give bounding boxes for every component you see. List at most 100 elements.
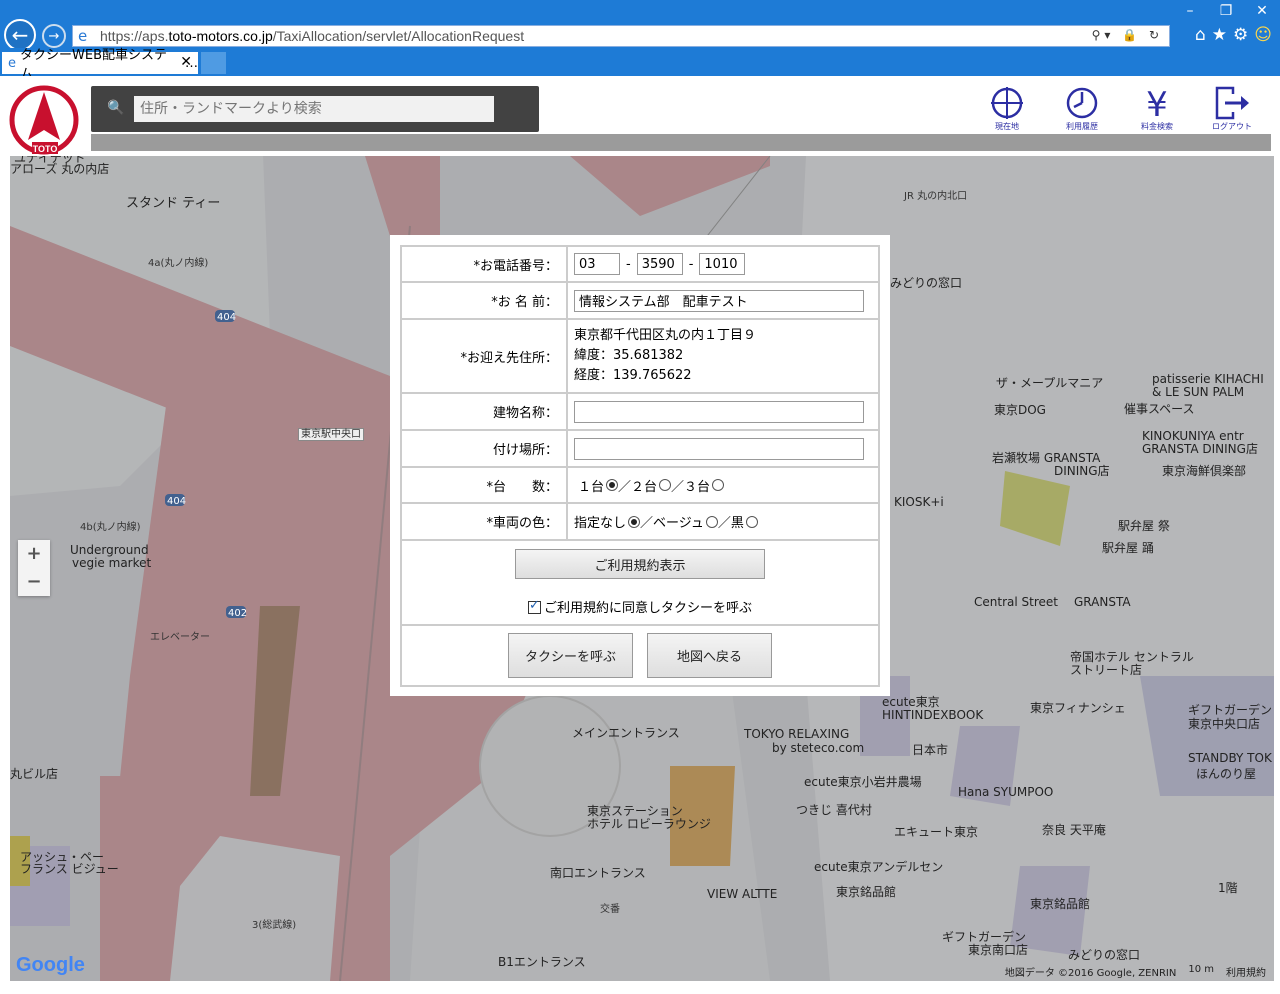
map-label: 1階 (1218, 881, 1238, 895)
map-label: 東京海鮮倶楽部 (1162, 464, 1247, 478)
svg-text:¥: ¥ (1146, 86, 1168, 120)
phone-separator: - (688, 256, 694, 272)
map-label: KIOSK+i (894, 495, 944, 509)
request-form: *お電話番号： - - *お 名 前： *お迎え先住所： (400, 245, 880, 687)
count-radio-3[interactable] (712, 479, 725, 491)
map-terms-link[interactable]: 利用規約 (1226, 964, 1266, 979)
map-label: DINING店 (1054, 464, 1110, 478)
map-label: みどりの窓口 (1068, 948, 1141, 962)
map-label: フランス ビジュー (20, 862, 119, 876)
minimize-icon[interactable]: – (1172, 0, 1208, 22)
color-label: *車両の色： (402, 504, 568, 539)
map-label: VIEW ALTTE (707, 887, 778, 901)
map-label: vegie market (72, 556, 152, 570)
current-location-label: 現在地 (995, 122, 1019, 131)
map-label: ほんのり屋 (1196, 767, 1257, 781)
map-label: JR 丸の内北口 (904, 191, 968, 202)
address-bar[interactable]: e https://aps.toto-motors.co.jp/TaxiAllo… (72, 25, 1170, 47)
map-label: GRANSTA DINING店 (1142, 442, 1258, 456)
zoom-control: + − (18, 540, 50, 596)
map-attribution: 地図データ ©2016 Google, ZENRIN 10 m 利用規約 (1005, 964, 1266, 979)
building-row: 建物名称： (402, 394, 878, 431)
map-label: 東京中央口店 (1188, 717, 1261, 731)
count-label: *台 数： (402, 468, 568, 502)
logout-button[interactable]: ログアウト (1204, 86, 1260, 132)
color-option-label: 指定なし (574, 516, 627, 531)
map-label: 東京銘品館 (1030, 897, 1091, 911)
agree-checkbox-row[interactable]: ご利用規約に同意しタクシーを呼ぶ (527, 597, 752, 616)
count-radio-1[interactable] (606, 479, 619, 491)
map-label: 3(総武線) (252, 920, 297, 931)
name-input[interactable] (574, 289, 864, 312)
taxi-request-dialog: *お電話番号： - - *お 名 前： *お迎え先住所： (390, 235, 890, 696)
place-row: 付け場所： (402, 431, 878, 468)
color-option-label: ／黒 (717, 516, 744, 531)
phone-part1-input[interactable] (574, 253, 620, 275)
back-to-map-button[interactable]: 地図へ戻る (647, 633, 772, 678)
map-label: 日本市 (912, 743, 949, 757)
map-label: スタンド ティー (126, 196, 221, 211)
url-text[interactable]: https://aps.toto-motors.co.jp/TaxiAlloca… (100, 28, 524, 44)
fare-search-button[interactable]: ¥ 料金検索 (1129, 86, 1185, 132)
color-option-label: ／ベージュ (640, 516, 704, 531)
map-label: Hana SYUMPOO (958, 785, 1054, 799)
map-label: GRANSTA (1074, 595, 1131, 609)
road-number: 404 (167, 496, 187, 507)
map-label: 東京駅中央口 (298, 428, 364, 441)
agree-checkbox[interactable] (527, 598, 541, 614)
map-label: つきじ 喜代村 (796, 803, 872, 817)
color-radio-black[interactable] (745, 515, 758, 528)
browser-titlebar: ← → e https://aps.toto-motors.co.jp/Taxi… (0, 0, 1280, 51)
terms-button[interactable]: ご利用規約表示 (515, 549, 765, 579)
home-icon[interactable]: ⌂ (1195, 25, 1206, 45)
action-row: タクシーを呼ぶ 地図へ戻る (402, 626, 878, 685)
map-label: 4b(丸ノ内線) (80, 522, 141, 533)
current-location-button[interactable]: 現在地 (979, 86, 1035, 132)
logout-icon (1215, 86, 1249, 120)
map-label: ストリート店 (1070, 663, 1143, 677)
clock-icon (1066, 87, 1098, 119)
map-label: 催事スペース (1124, 402, 1195, 416)
color-radio-none[interactable] (628, 515, 641, 528)
toto-logo-icon: TOTO (9, 85, 79, 155)
map-label: エキュート東京 (894, 825, 979, 839)
map-label: エレベーター (150, 632, 210, 643)
search-icon[interactable]: 🔍 (107, 100, 124, 116)
place-input[interactable] (574, 437, 864, 460)
call-taxi-button[interactable]: タクシーを呼ぶ (508, 633, 633, 678)
building-input[interactable] (574, 400, 864, 423)
star-icon[interactable]: ★ (1212, 25, 1227, 45)
address-actions[interactable]: ⚲▾ 🔒 ↻ (1092, 28, 1163, 42)
map-scale: 10 m (1188, 964, 1214, 975)
search-input[interactable] (134, 96, 494, 122)
new-tab-button[interactable] (201, 52, 226, 74)
agree-label: ご利用規約に同意しタクシーを呼ぶ (543, 601, 752, 616)
color-radio-beige[interactable] (705, 515, 718, 528)
zoom-out-button[interactable]: − (18, 568, 50, 596)
phone-row: *お電話番号： - - (402, 247, 878, 283)
tab-close-icon[interactable]: ✕ (180, 54, 192, 70)
count-row: *台 数： １台 ／２台 ／３台 (402, 468, 878, 504)
logout-label: ログアウト (1212, 122, 1252, 131)
browser-toolbar: ⌂ ★ ⚙ ☺ (1195, 25, 1272, 45)
smiley-icon[interactable]: ☺ (1254, 25, 1272, 45)
page: ユナイテッド アローズ 丸の内店 スタンド ティー 4a(丸ノ内線) 東京駅中央… (0, 76, 1280, 994)
terms-row: ご利用規約表示 ご利用規約に同意しタクシーを呼ぶ (402, 541, 878, 626)
map-label: 交番 (600, 904, 620, 915)
map-label: 駅弁屋 祭 (1118, 519, 1170, 533)
history-label: 利用履歴 (1066, 122, 1098, 131)
close-icon[interactable]: ✕ (1244, 0, 1280, 22)
map-label: STANDBY TOK (1188, 751, 1272, 765)
phone-part3-input[interactable] (699, 253, 746, 275)
maximize-icon[interactable]: ❐ (1208, 0, 1244, 22)
phone-part2-input[interactable] (636, 253, 683, 275)
map-label: HINTINDEXBOOK (882, 708, 984, 722)
gear-icon[interactable]: ⚙ (1233, 25, 1248, 45)
history-button[interactable]: 利用履歴 (1054, 86, 1110, 132)
search-box: 🔍 (91, 86, 539, 132)
zoom-in-button[interactable]: + (18, 540, 50, 568)
ie-page-icon: e (78, 27, 88, 45)
tab-taxi[interactable]: e タクシーWEB配車システム … ✕ (2, 48, 198, 82)
phone-separator: - (626, 256, 631, 272)
count-radio-2[interactable] (659, 479, 672, 491)
